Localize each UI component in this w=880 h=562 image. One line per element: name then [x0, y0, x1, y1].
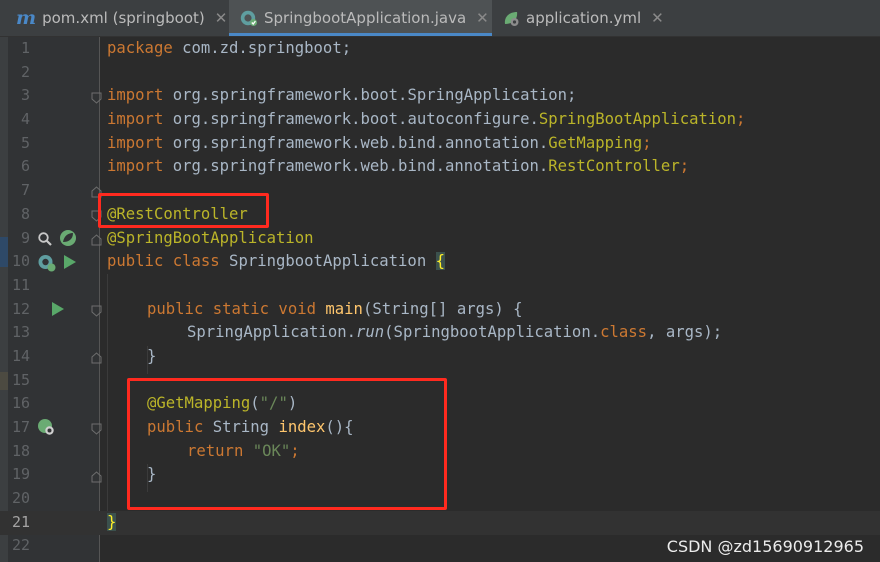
code-line: 10 public class SpringbootApplication { — [0, 250, 880, 274]
line-number: 12 — [11, 299, 30, 318]
line-number: 18 — [11, 441, 30, 460]
line-number: 1 — [20, 39, 30, 57]
line-text: package com.zd.springboot; — [107, 39, 352, 57]
line-number: 20 — [11, 489, 30, 508]
code-line: 11 — [0, 274, 880, 298]
line-number: 19 — [11, 465, 30, 484]
active-tab-indicator — [229, 33, 492, 36]
line-text: import org.springframework.boot.autoconf… — [107, 110, 746, 129]
line-text: SpringApplication.run(SpringbootApplicat… — [187, 323, 723, 342]
line-number: 14 — [11, 346, 30, 365]
line-number: 9 — [20, 228, 30, 247]
line-number: 11 — [11, 275, 30, 294]
code-editor[interactable]: 1 package com.zd.springboot; 2 3 import … — [0, 37, 880, 562]
line-number: 3 — [20, 86, 30, 105]
spring-boot-class-icon — [240, 10, 257, 26]
code-line: 4 import org.springframework.boot.autoco… — [0, 108, 880, 132]
line-number: 21 — [11, 512, 30, 531]
line-text: } — [147, 346, 157, 365]
line-text: import org.springframework.web.bind.anno… — [107, 133, 652, 152]
line-number: 2 — [20, 62, 30, 81]
line-text: public static void main(String[] args) { — [147, 299, 523, 318]
close-icon[interactable]: ✕ — [651, 9, 664, 27]
code-line: 2 — [0, 61, 880, 85]
tab-label: pom.xml (springboot) — [42, 9, 205, 27]
close-icon[interactable]: ✕ — [476, 9, 489, 27]
line-number: 4 — [20, 110, 30, 129]
line-text: } — [107, 512, 117, 531]
line-number: 16 — [11, 394, 30, 413]
tab-springboot-application[interactable]: SpringbootApplication.java ✕ — [229, 0, 492, 36]
code-line: 3 import org.springframework.boot.Spring… — [0, 84, 880, 108]
line-number: 22 — [11, 536, 30, 555]
line-text: import org.springframework.boot.SpringAp… — [107, 86, 577, 105]
code-line: 6 import org.springframework.web.bind.an… — [0, 155, 880, 179]
line-number: 17 — [11, 418, 30, 436]
line-number: 8 — [20, 204, 30, 223]
maven-icon: m — [16, 7, 37, 29]
spring-config-icon — [504, 12, 519, 26]
line-number: 13 — [11, 323, 30, 342]
line-text: public class SpringbootApplication { — [107, 252, 445, 271]
highlight-box-getmapping — [127, 378, 447, 510]
close-icon[interactable]: ✕ — [215, 9, 228, 27]
code-line: 13 SpringApplication.run(SpringbootAppli… — [0, 321, 880, 345]
tab-pom-xml[interactable]: m pom.xml (springboot) ✕ — [0, 0, 227, 36]
tab-application-yml[interactable]: application.yml ✕ — [494, 0, 674, 36]
tab-label: application.yml — [526, 9, 642, 27]
line-text: import org.springframework.web.bind.anno… — [107, 157, 690, 176]
code-line: 21 } — [0, 511, 880, 535]
tab-label: SpringbootApplication.java — [264, 9, 467, 27]
line-number: 15 — [11, 370, 30, 389]
watermark: CSDN @zd15690912965 — [666, 537, 864, 556]
code-line: 9 @SpringBootApplication — [0, 227, 880, 251]
code-line: 14 } — [0, 345, 880, 369]
line-number: 7 — [20, 181, 30, 200]
code-line: 1 package com.zd.springboot; — [0, 37, 880, 61]
code-line: 12 public static void main(String[] args… — [0, 298, 880, 322]
code-line: 5 import org.springframework.web.bind.an… — [0, 132, 880, 156]
line-number: 10 — [11, 252, 30, 271]
line-text: @SpringBootApplication — [107, 228, 314, 247]
line-number: 5 — [20, 133, 30, 152]
editor-tab-bar: m pom.xml (springboot) ✕ SpringbootAppli… — [0, 0, 880, 37]
line-number: 6 — [20, 157, 30, 176]
highlight-box-restcontroller — [98, 193, 269, 228]
